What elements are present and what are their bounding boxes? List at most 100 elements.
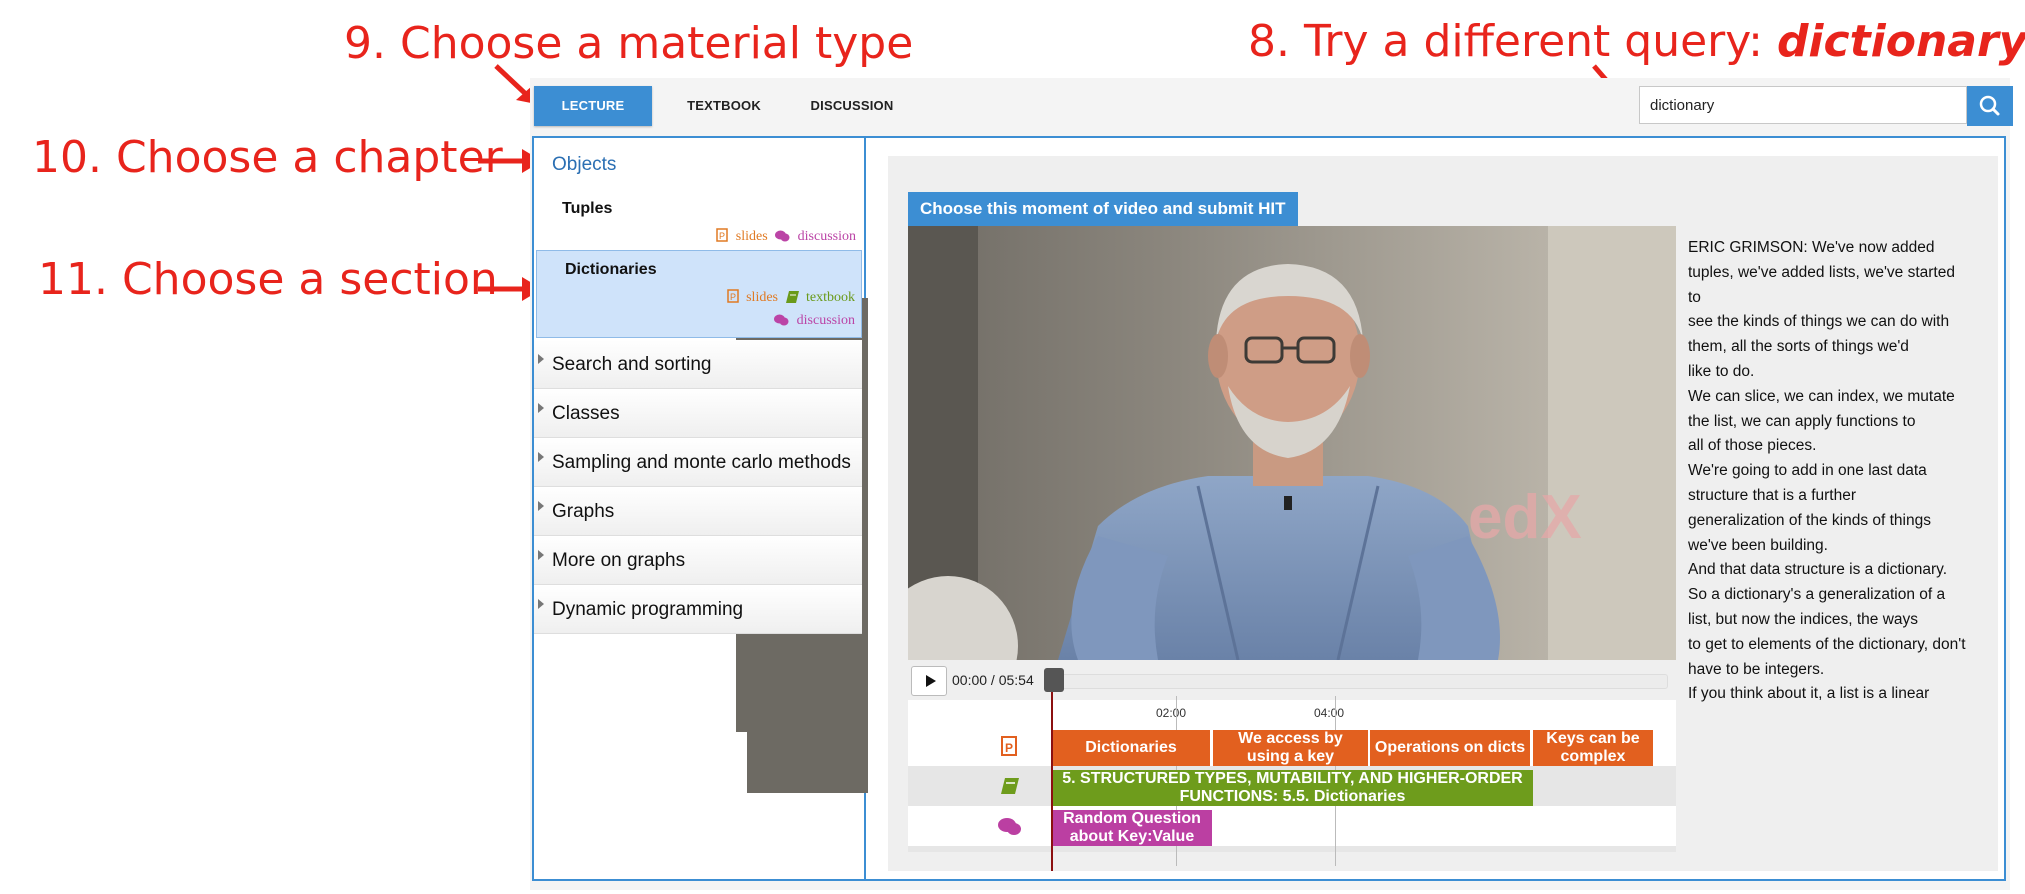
collapsed-triangle-icon <box>538 501 544 511</box>
timeline-slide-keys-complex[interactable]: Keys can be complex <box>1533 730 1653 766</box>
chapter-title-objects[interactable]: Objects <box>552 154 616 176</box>
discussion-icon <box>775 230 790 242</box>
discussion-lane <box>908 806 1676 846</box>
seek-bar[interactable] <box>1056 674 1668 689</box>
resource-slides-link[interactable]: P slides <box>716 228 771 244</box>
material-type-bar: LECTURE TEXTBOOK DISCUSSION <box>530 78 2013 136</box>
resource-discussion-label: discussion <box>797 229 856 244</box>
transcript-line: see the kinds of things we can do with <box>1688 313 1950 331</box>
collapsed-triangle-icon <box>538 550 544 560</box>
transcript-line: we've been building. <box>1688 536 1828 554</box>
transcript-line: We can slice, we can index, we mutate <box>1688 387 1955 405</box>
transcript-line: to get to elements of the dictionary, do… <box>1688 635 1966 653</box>
search-button[interactable] <box>1967 86 2013 126</box>
timeline-slide-access-by-key[interactable]: We access by using a key <box>1213 730 1368 766</box>
collapsed-triangle-icon <box>538 403 544 413</box>
transcript-line: So a dictionary's a generalization of a <box>1688 586 1946 604</box>
main-content: Choose this moment of video and submit H… <box>868 138 2004 879</box>
edx-watermark: edX <box>1468 483 1582 552</box>
section-dictionaries[interactable]: Dictionaries video P slides textbook <box>536 250 1515 793</box>
textbook-icon <box>785 291 799 303</box>
chapter-more-on-graphs[interactable]: More on graphs <box>534 536 862 585</box>
browse-app: LECTURE TEXTBOOK DISCUSSION Objects Tupl… <box>530 78 2013 890</box>
tab-textbook[interactable]: TEXTBOOK <box>668 86 780 126</box>
svg-text:P: P <box>719 231 725 241</box>
section-tuples[interactable]: Tuples video P slides discussion <box>534 190 1505 732</box>
transcript-line: to <box>1688 288 1701 306</box>
slides-icon: P <box>726 289 739 303</box>
section-resources: video P slides discussion <box>712 228 1505 732</box>
collapsed-triangle-icon <box>538 599 544 609</box>
chapter-label: Sampling and monte carlo methods <box>552 452 851 473</box>
timeline-discussion-thread[interactable]: Random Question about Key:Value <box>1052 810 1212 846</box>
slides-icon: P <box>716 228 729 242</box>
search-icon <box>1979 95 2000 116</box>
play-button[interactable] <box>911 666 947 696</box>
transcript-line: all of those pieces. <box>1688 437 1817 455</box>
resource-textbook-label: textbook <box>806 290 855 305</box>
time-display: 00:00 / 05:54 <box>952 672 1034 688</box>
choose-moment-button[interactable]: Choose this moment of video and submit H… <box>908 192 1298 226</box>
search-bar <box>1639 86 2015 126</box>
chapter-label: Search and sorting <box>552 354 712 375</box>
playhead-line <box>1051 674 1053 871</box>
svg-text:P: P <box>1005 741 1013 755</box>
video-player[interactable]: edX <box>908 226 1676 660</box>
collapsed-triangle-icon <box>538 452 544 462</box>
annotation-step-9: 9. Choose a material type <box>344 18 914 69</box>
timeline-slide-operations[interactable]: Operations on dicts <box>1370 730 1530 766</box>
transcript-line: We're going to add in one last data <box>1688 462 1927 480</box>
lecture-video-frame: edX <box>908 226 1676 660</box>
transcript-line: If you think about it, a list is a linea… <box>1688 685 1930 703</box>
transcript-line: ERIC GRIMSON: We've now added <box>1688 239 1935 256</box>
chapter-sidebar: Objects Tuples video P slides discussion <box>534 138 1515 879</box>
tab-discussion[interactable]: DISCUSSION <box>792 86 912 126</box>
timeline-footer <box>908 846 1676 852</box>
tick-label-0400: 04:00 <box>1314 706 1345 720</box>
search-input[interactable] <box>1639 86 1967 124</box>
timeline-slide-dictionaries[interactable]: Dictionaries <box>1052 730 1210 766</box>
section-name: Dictionaries <box>565 261 657 278</box>
seek-thumb[interactable] <box>1044 668 1064 692</box>
resource-discussion-link[interactable]: discussion <box>775 229 856 244</box>
timeline-textbook-section[interactable]: 5. STRUCTURED TYPES, MUTABILITY, AND HIG… <box>1052 770 1533 806</box>
chapter-graphs[interactable]: Graphs <box>534 487 862 536</box>
resource-textbook-link[interactable]: textbook <box>785 290 855 305</box>
player-controls: 00:00 / 05:54 <box>908 660 1676 700</box>
chapter-search-and-sorting[interactable]: Search and sorting <box>534 340 862 389</box>
section-name: Tuples <box>562 200 613 217</box>
content-panel: Objects Tuples video P slides discussion <box>532 136 2006 881</box>
resource-discussion-link[interactable]: discussion <box>774 313 855 328</box>
annotation-step-8: 8. Try a different query: dictionary <box>1248 20 2025 64</box>
transcript-line: them, all the sorts of things we'd <box>1688 338 1909 356</box>
chapter-label: More on graphs <box>552 550 686 571</box>
transcript-line: have to be integers. <box>1688 660 1825 678</box>
discussion-icon <box>774 314 789 326</box>
section-resources-row-2: discussion <box>770 313 855 329</box>
resource-slides-link[interactable]: P slides <box>726 289 782 305</box>
annotation-step-8-text: 8. Try a different query: <box>1248 16 1763 67</box>
slides-lane-icon: P <box>1001 736 1017 756</box>
transcript-line: structure that is a further <box>1688 486 1856 504</box>
transcript-line: like to do. <box>1688 362 1755 380</box>
transcript-line: tuples, we've added lists, we've started <box>1688 263 1955 281</box>
textbook-lane-icon <box>1001 778 1019 794</box>
discussion-lane-icon <box>998 818 1021 835</box>
chapter-label: Classes <box>552 403 620 424</box>
resource-discussion-label: discussion <box>796 313 855 328</box>
viewer-area: Choose this moment of video and submit H… <box>888 156 1998 871</box>
chapter-label: Graphs <box>552 501 615 522</box>
chapter-classes[interactable]: Classes <box>534 389 862 438</box>
tab-lecture[interactable]: LECTURE <box>534 86 652 126</box>
svg-text:P: P <box>730 292 736 302</box>
annotation-step-11: 11. Choose a section <box>38 254 498 305</box>
transcript: ERIC GRIMSON: We've now added tuples, we'… <box>1688 236 2006 707</box>
resource-slides-label: slides <box>735 229 768 244</box>
chapter-label: Dynamic programming <box>552 599 744 620</box>
chapter-sampling[interactable]: Sampling and monte carlo methods <box>534 438 862 487</box>
collapsed-triangle-icon <box>538 354 544 364</box>
transcript-line: generalization of the kinds of things <box>1688 511 1931 529</box>
resource-slides-label: slides <box>746 290 778 305</box>
transcript-line: list, but now the indices, the ways <box>1688 610 1919 628</box>
chapter-dynamic-programming[interactable]: Dynamic programming <box>534 585 862 634</box>
